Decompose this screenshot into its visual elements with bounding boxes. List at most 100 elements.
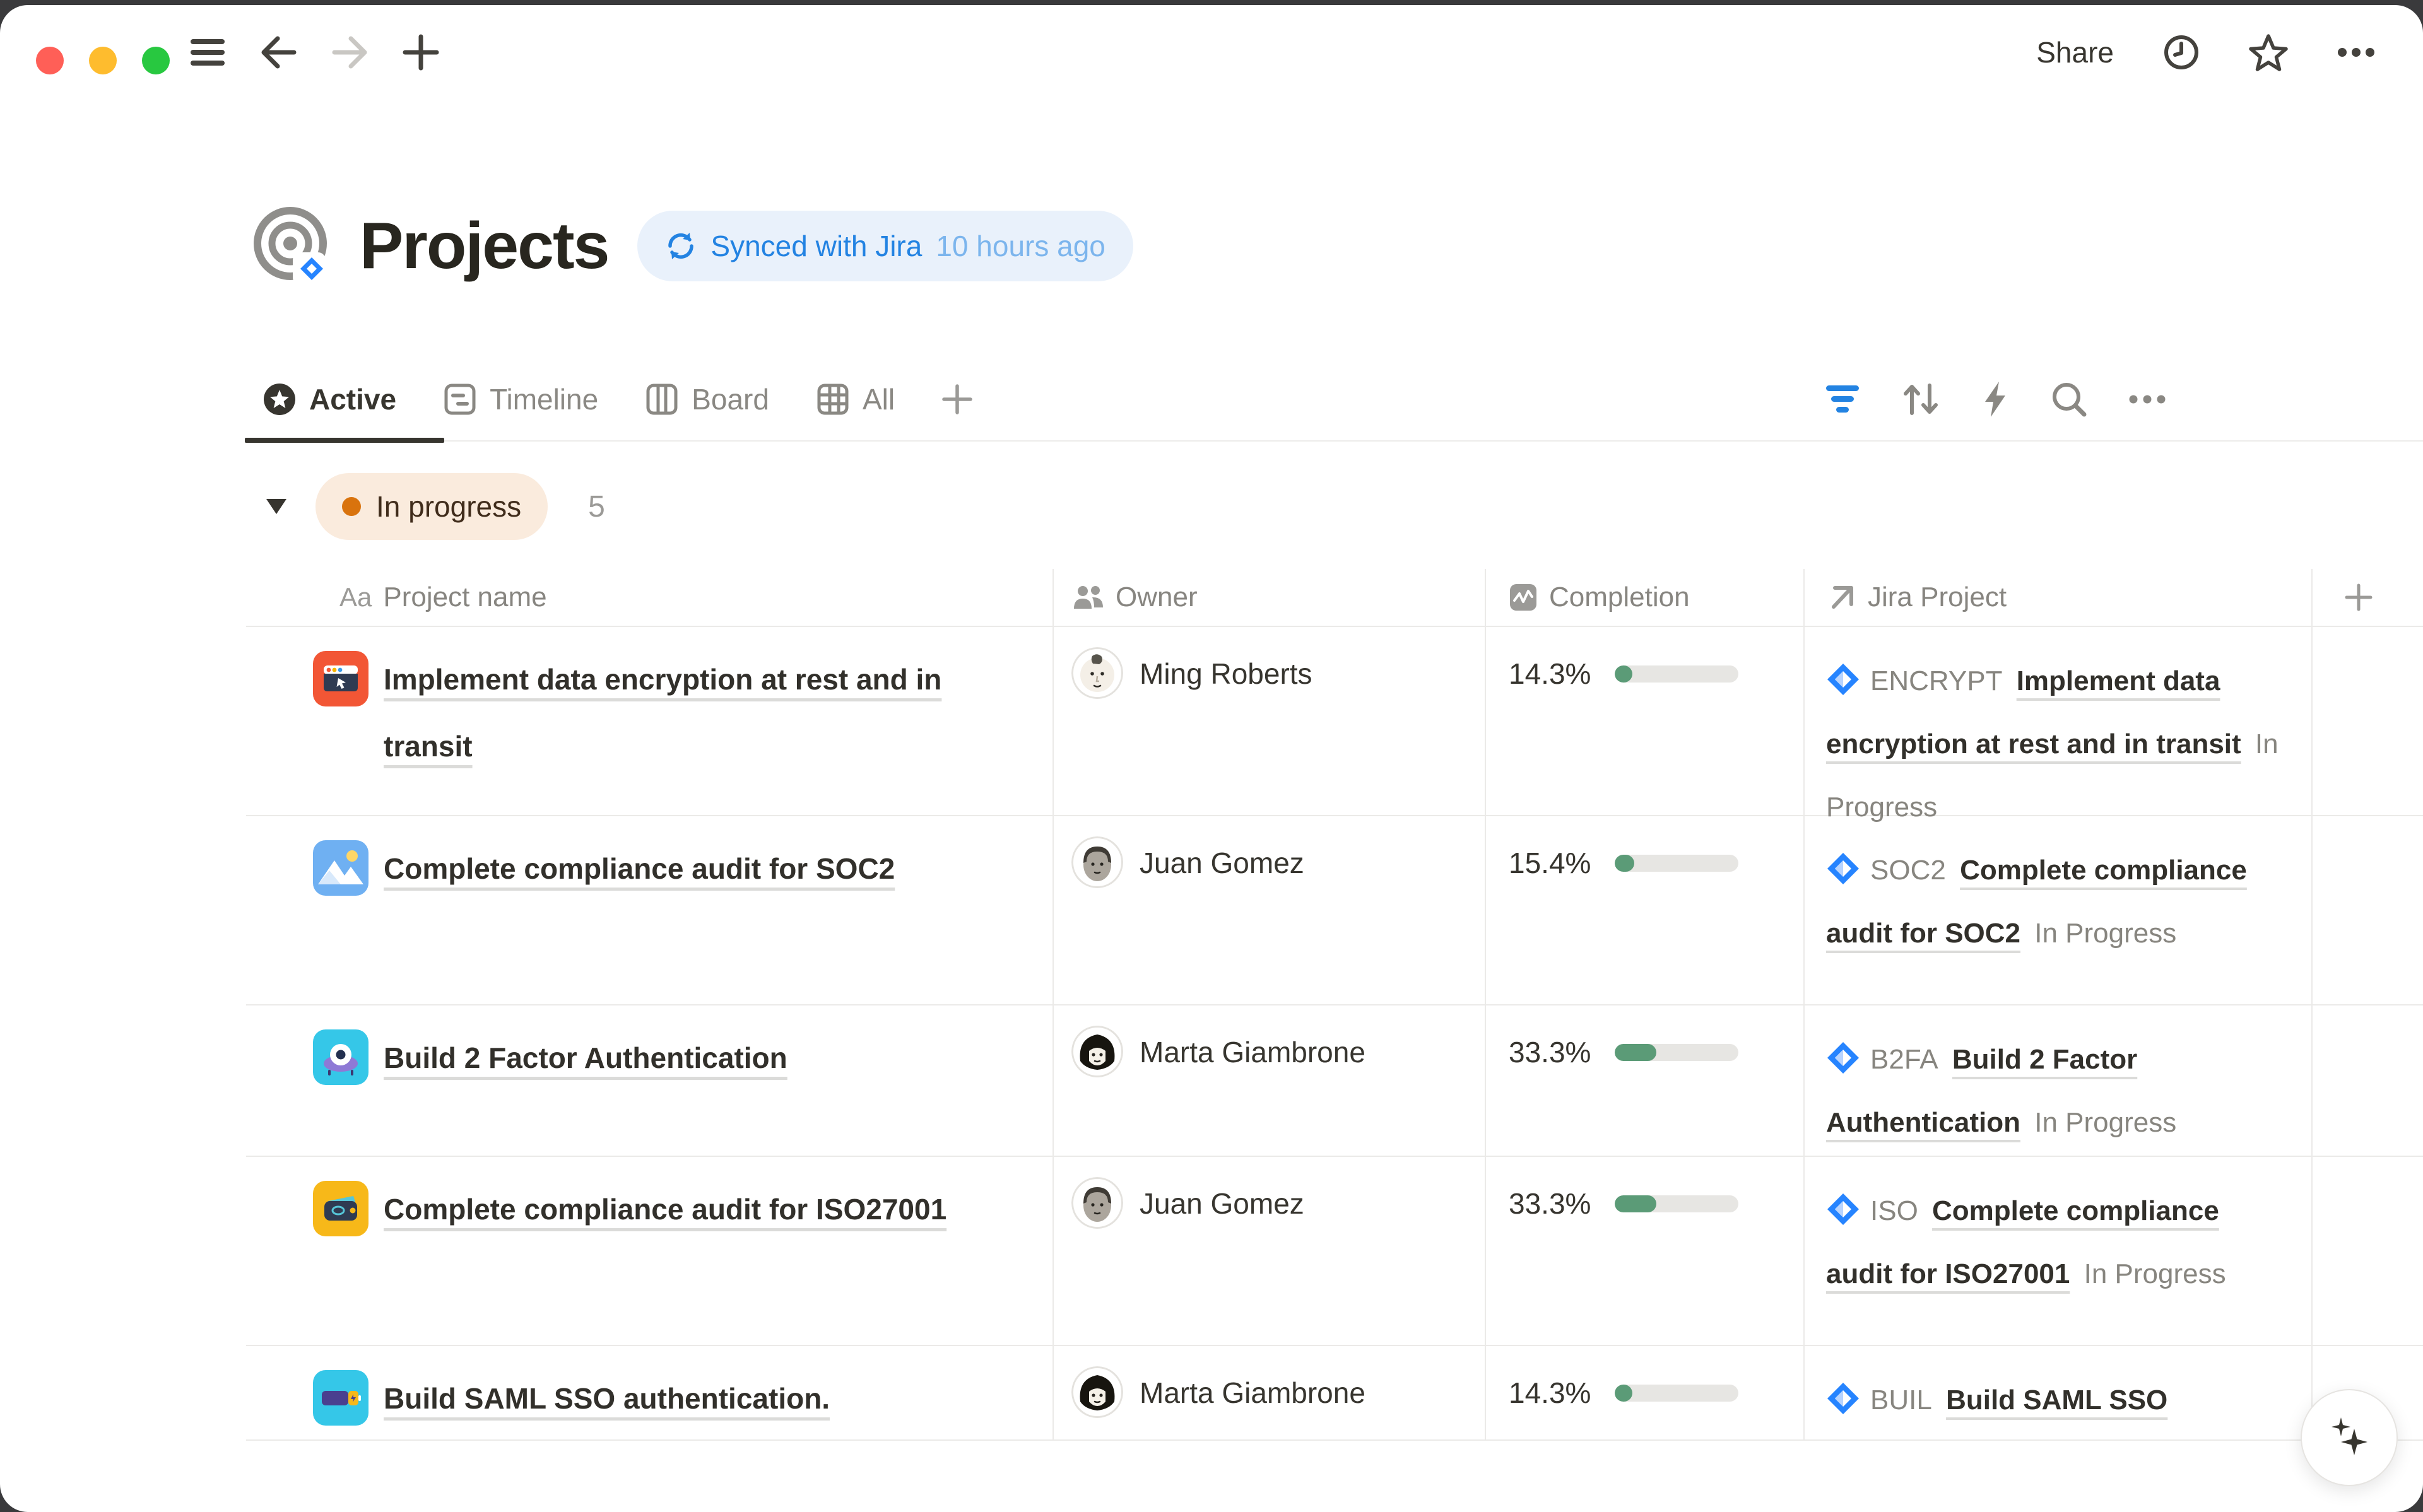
project-name-cell[interactable]: Build SAML SSO authentication.	[246, 1346, 1054, 1439]
completion-percent: 33.3%	[1509, 1177, 1591, 1230]
jira-project-cell[interactable]: ENCRYPT Implement data encryption at res…	[1805, 627, 2313, 815]
back-icon[interactable]	[259, 35, 298, 70]
forward-icon[interactable]	[331, 35, 370, 70]
owner-name: Marta Giambrone	[1140, 1366, 1365, 1419]
people-icon	[1073, 583, 1104, 611]
plus-icon	[2344, 583, 2373, 612]
completion-cell[interactable]: 15.4%	[1486, 816, 1805, 1004]
jira-icon	[1826, 852, 1860, 886]
owner-name: Marta Giambrone	[1140, 1026, 1365, 1079]
owner-cell[interactable]: Juan Gomez	[1054, 816, 1486, 1004]
completion-cell[interactable]: 33.3%	[1486, 1157, 1805, 1345]
jira-project-cell[interactable]: BUIL Build SAML SSO authentication. In P…	[1805, 1346, 2313, 1439]
search-icon[interactable]	[2051, 381, 2087, 418]
group-status-pill[interactable]: In progress	[315, 473, 548, 540]
chart-icon	[1509, 583, 1538, 612]
column-label: Completion	[1549, 582, 1690, 613]
owner-name: Juan Gomez	[1140, 1177, 1304, 1230]
collapse-triangle-icon[interactable]	[265, 498, 288, 515]
zoom-window-button[interactable]	[142, 47, 170, 74]
favorite-star-icon[interactable]	[2249, 33, 2288, 71]
project-title-link[interactable]: Implement data encryption at rest and in…	[384, 646, 1030, 780]
jira-issue-status: In Progress	[2034, 918, 2176, 949]
project-name-cell[interactable]: Build 2 Factor Authentication	[246, 1005, 1054, 1156]
jira-icon	[1826, 1041, 1860, 1075]
plus-icon	[941, 384, 973, 415]
app-window: Share Projec	[0, 5, 2423, 1512]
completion-cell[interactable]: 33.3%	[1486, 1005, 1805, 1156]
avatar-ming	[1071, 647, 1123, 699]
arrow-up-right-icon	[1827, 583, 1856, 612]
view-more-icon[interactable]	[2129, 395, 2166, 404]
tab-active[interactable]: Active	[262, 358, 396, 440]
completion-cell[interactable]: 14.3%	[1486, 1346, 1805, 1439]
group-label: In progress	[376, 489, 521, 524]
project-name-cell[interactable]: Complete compliance audit for ISO27001	[246, 1157, 1054, 1345]
jira-issue-key: BUIL	[1870, 1385, 1932, 1415]
table-row[interactable]: Complete compliance audit for ISO27001 J…	[246, 1157, 2423, 1346]
completion-percent: 33.3%	[1509, 1026, 1591, 1079]
jira-icon	[1826, 1381, 1860, 1415]
table-header: Aa Project name Owner Completion	[246, 569, 2423, 627]
add-view-button[interactable]	[941, 358, 973, 440]
automations-lightning-icon[interactable]	[1981, 380, 2009, 418]
avatar-juan	[1071, 1177, 1123, 1229]
board-icon	[645, 382, 679, 416]
close-window-button[interactable]	[36, 47, 64, 74]
project-title-link[interactable]: Build 2 Factor Authentication	[384, 1024, 787, 1091]
owner-cell[interactable]: Marta Giambrone	[1054, 1005, 1486, 1156]
completion-percent: 15.4%	[1509, 836, 1591, 889]
titlebar: Share	[0, 5, 2423, 100]
battery-device-icon	[313, 1370, 368, 1426]
add-column-button[interactable]	[2313, 569, 2423, 626]
column-header-completion[interactable]: Completion	[1486, 569, 1805, 626]
sort-icon[interactable]	[1902, 382, 1940, 417]
tab-all[interactable]: All	[816, 358, 895, 440]
jira-issue-status: In Progress	[2084, 1258, 2226, 1289]
jira-sync-badge[interactable]: Synced with Jira 10 hours ago	[637, 211, 1133, 281]
tab-timeline[interactable]: Timeline	[443, 358, 598, 440]
project-title-link[interactable]: Complete compliance audit for SOC2	[384, 835, 895, 902]
jira-issue-key: ISO	[1870, 1195, 1918, 1226]
filter-icon[interactable]	[1825, 383, 1860, 416]
column-header-owner[interactable]: Owner	[1054, 569, 1486, 626]
more-options-icon[interactable]	[2337, 47, 2375, 57]
sync-icon	[665, 230, 697, 262]
history-clock-icon[interactable]	[2163, 34, 2200, 71]
jira-project-cell[interactable]: SOC2 Complete compliance audit for SOC2 …	[1805, 816, 2313, 1004]
projects-table: Aa Project name Owner Completion	[246, 569, 2423, 1441]
project-name-cell[interactable]: Complete compliance audit for SOC2	[246, 816, 1054, 1004]
minimize-window-button[interactable]	[89, 47, 117, 74]
tab-label: Active	[309, 382, 396, 416]
star-circle-icon	[262, 382, 297, 416]
sync-badge-label: Synced with Jira	[710, 229, 922, 263]
project-title-link[interactable]: Build SAML SSO authentication.	[384, 1365, 830, 1432]
window-controls	[36, 47, 170, 74]
menu-icon[interactable]	[189, 38, 226, 67]
table-row[interactable]: Build SAML SSO authentication. Marta Gia…	[246, 1346, 2423, 1441]
column-label: Project name	[383, 582, 546, 613]
table-row[interactable]: Build 2 Factor Authentication Marta Giam…	[246, 1005, 2423, 1157]
table-row[interactable]: Implement data encryption at rest and in…	[246, 627, 2423, 816]
share-button[interactable]: Share	[2036, 35, 2114, 69]
completion-percent: 14.3%	[1509, 647, 1591, 700]
new-tab-icon[interactable]	[403, 34, 439, 71]
tab-board[interactable]: Board	[645, 358, 769, 440]
owner-cell[interactable]: Marta Giambrone	[1054, 1346, 1486, 1439]
project-title-link[interactable]: Complete compliance audit for ISO27001	[384, 1176, 946, 1243]
ai-assistant-button[interactable]	[2301, 1389, 2398, 1486]
jira-project-cell[interactable]: B2FA Build 2 Factor Authentication In Pr…	[1805, 1005, 2313, 1156]
column-header-project-name[interactable]: Aa Project name	[246, 569, 1054, 626]
page-icon-target[interactable]	[251, 204, 334, 288]
timeline-icon	[443, 382, 477, 416]
jira-project-cell[interactable]: ISO Complete compliance audit for ISO270…	[1805, 1157, 2313, 1345]
project-name-cell[interactable]: Implement data encryption at rest and in…	[246, 627, 1054, 815]
owner-cell[interactable]: Juan Gomez	[1054, 1157, 1486, 1345]
completion-cell[interactable]: 14.3%	[1486, 627, 1805, 815]
jira-issue-status: In Progress	[2034, 1107, 2176, 1138]
column-header-jira-project[interactable]: Jira Project	[1805, 569, 2313, 626]
progress-bar	[1615, 1385, 1738, 1402]
owner-cell[interactable]: Ming Roberts	[1054, 627, 1486, 815]
browser-app-icon	[313, 651, 368, 706]
table-row[interactable]: Complete compliance audit for SOC2 Juan …	[246, 816, 2423, 1005]
